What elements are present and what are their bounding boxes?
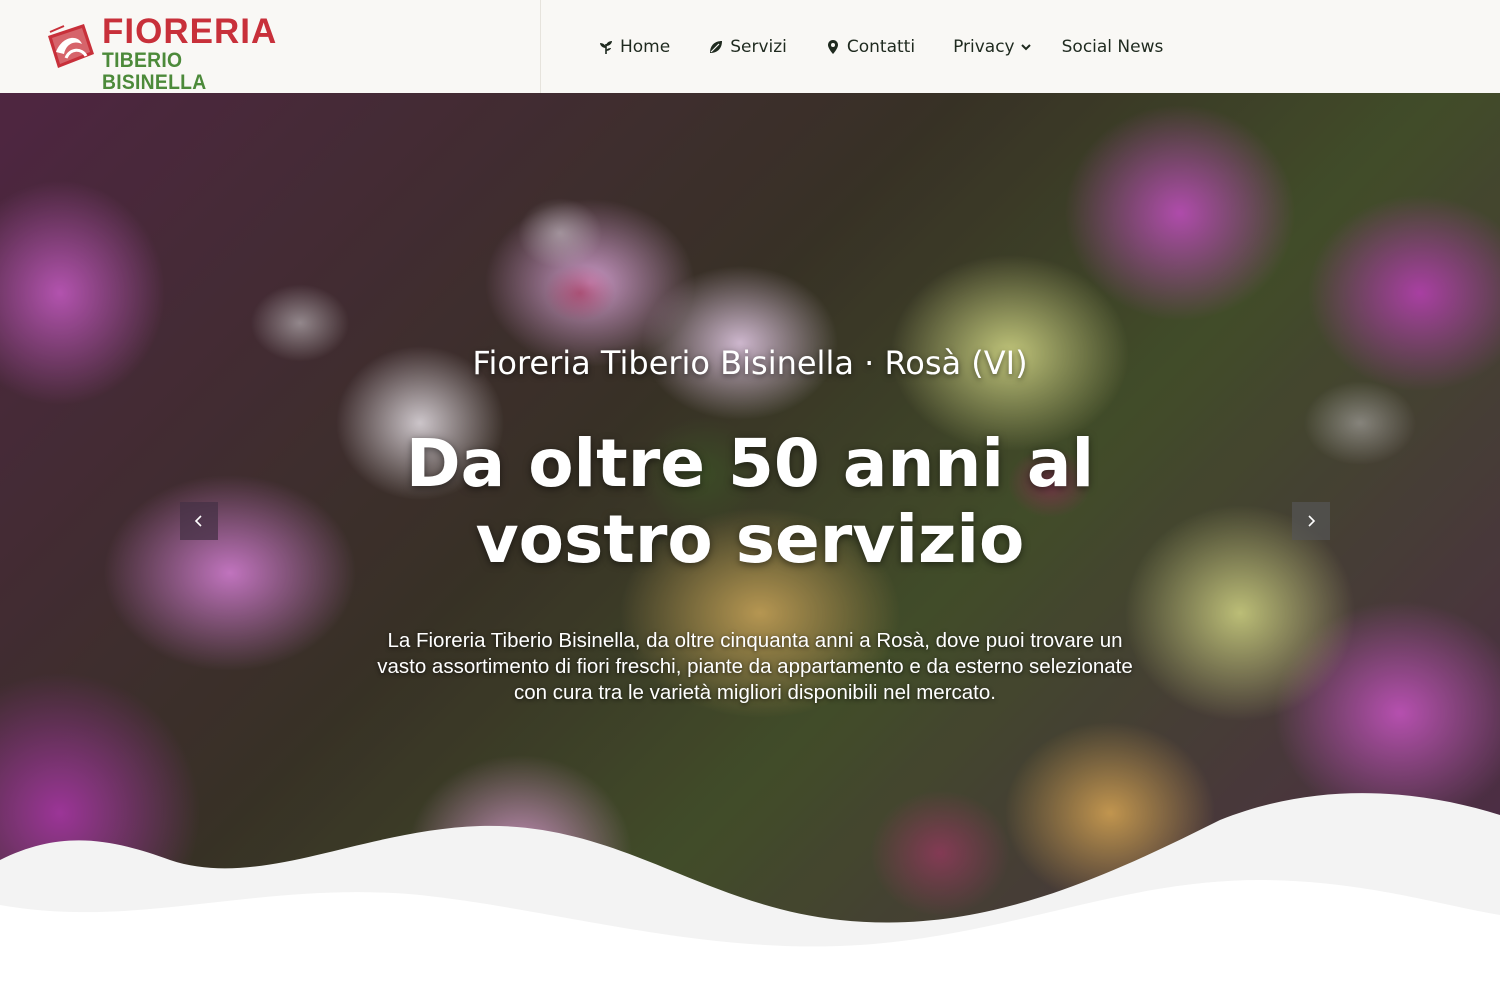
header-divider bbox=[540, 0, 541, 93]
brand-name-line1: FIORERIA bbox=[102, 12, 278, 51]
main-nav: Home Servizi Contatti Privacy Social New… bbox=[598, 0, 1163, 93]
logo-mark-icon bbox=[48, 24, 94, 68]
nav-home-label: Home bbox=[620, 36, 671, 57]
nav-servizi-label: Servizi bbox=[730, 36, 787, 57]
nav-privacy-label: Privacy bbox=[953, 36, 1015, 57]
nav-social-news[interactable]: Social News bbox=[1062, 0, 1164, 93]
plant-icon bbox=[598, 39, 614, 55]
nav-privacy[interactable]: Privacy bbox=[953, 0, 1032, 93]
chevron-right-icon bbox=[1305, 514, 1317, 528]
nav-home[interactable]: Home bbox=[598, 0, 670, 93]
slider-next-button[interactable] bbox=[1292, 502, 1330, 540]
nav-contatti-label: Contatti bbox=[846, 36, 916, 57]
hero-description: La Fioreria Tiberio Bisinella, da oltre … bbox=[377, 629, 1133, 704]
nav-social-news-label: Social News bbox=[1061, 36, 1164, 57]
chevron-down-icon bbox=[1020, 41, 1032, 53]
hero-slider: Fioreria Tiberio Bisinella · Rosà (VI) D… bbox=[0, 93, 1500, 1000]
brand-name-line2: TIBERIO BISINELLA bbox=[102, 49, 207, 94]
chevron-left-icon bbox=[193, 514, 205, 528]
site-header: FIORERIA TIBERIO BISINELLA Home Servizi … bbox=[0, 0, 1500, 94]
hero-title: Da oltre 50 anni al vostro servizio bbox=[405, 425, 1095, 578]
hero-kicker: Fioreria Tiberio Bisinella · Rosà (VI) bbox=[472, 344, 1028, 382]
nav-contatti[interactable]: Contatti bbox=[825, 0, 915, 93]
leaf-icon bbox=[708, 39, 724, 55]
nav-servizi[interactable]: Servizi bbox=[708, 0, 787, 93]
map-marker-icon bbox=[825, 39, 841, 55]
brand-logo[interactable]: FIORERIA TIBERIO BISINELLA bbox=[44, 12, 284, 94]
slider-prev-button[interactable] bbox=[180, 502, 218, 540]
